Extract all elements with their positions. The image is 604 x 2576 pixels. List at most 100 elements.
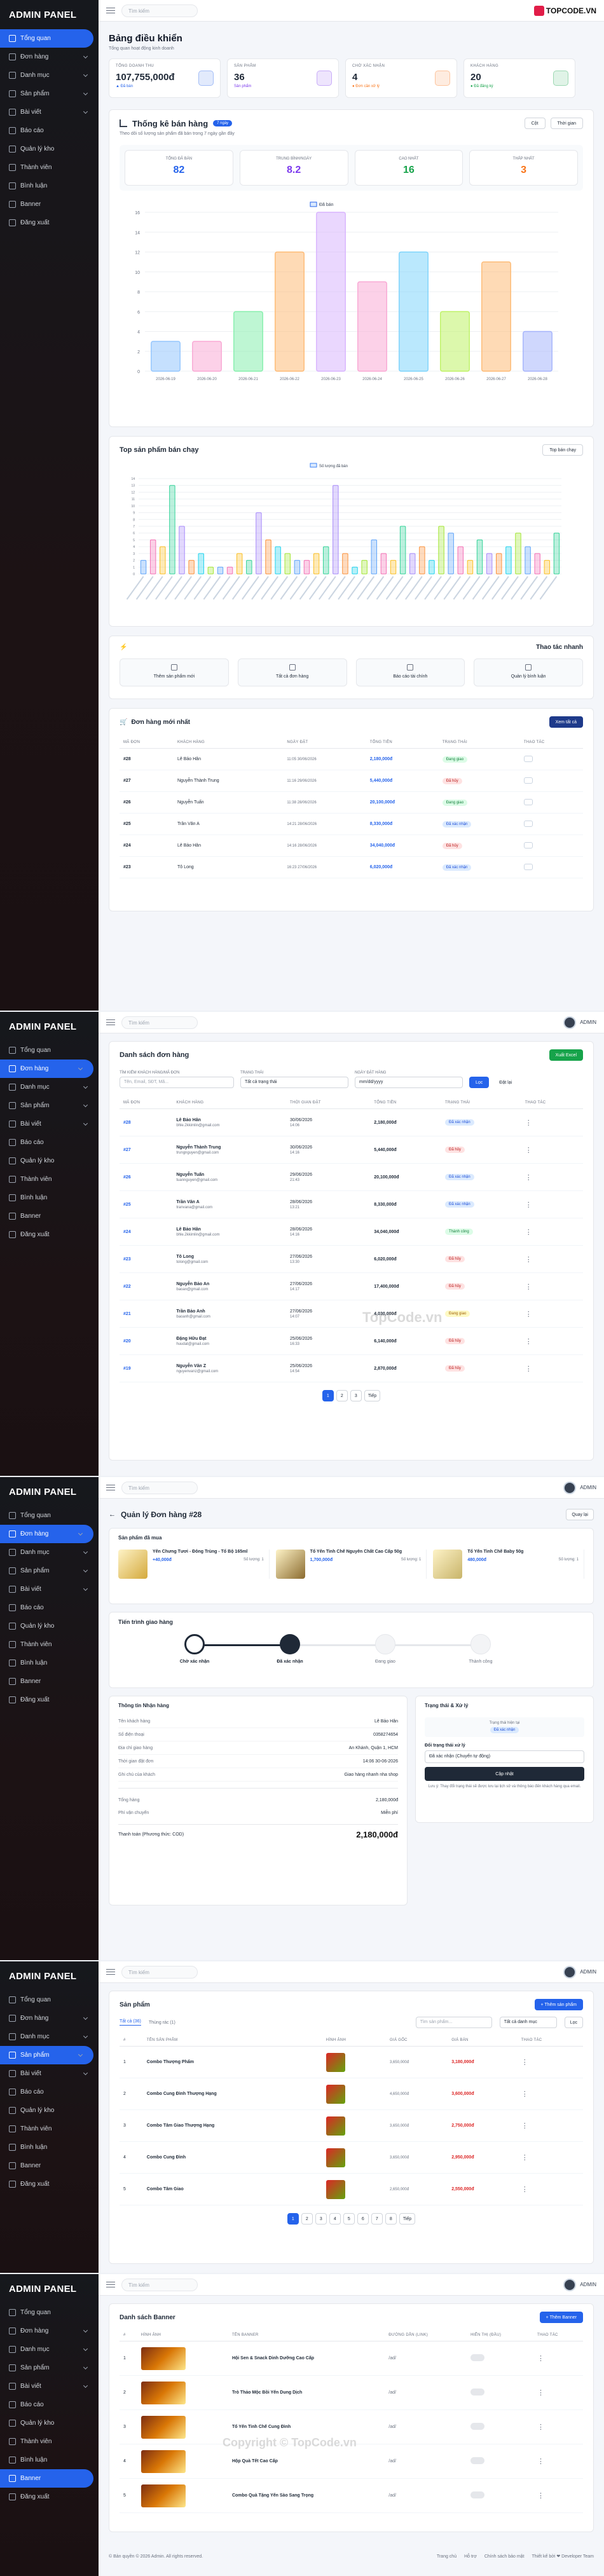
sidebar-item-0[interactable]: Tổng quan [0, 29, 93, 48]
tab-all[interactable]: Tất cả (36) [120, 2019, 141, 2026]
sidebar-item-1[interactable]: Đơn hàng [0, 48, 99, 66]
search-input[interactable]: Tìm kiếm [121, 2278, 198, 2291]
more-icon[interactable]: ⋮ [525, 1311, 532, 1318]
more-icon[interactable]: ⋮ [521, 2059, 528, 2066]
sidebar-item-6[interactable]: Quản lý kho [0, 1152, 99, 1170]
product-filter-button[interactable]: Lọc [564, 2017, 583, 2028]
page-button[interactable]: 3 [315, 2213, 327, 2225]
page-button[interactable]: 2 [336, 1390, 348, 1401]
table-row[interactable]: 4 Combo Cung Đình 3,650,000đ 2,950,000đ ⋮ [120, 2141, 583, 2174]
more-icon[interactable]: ⋮ [537, 2458, 544, 2465]
sidebar-item-8[interactable]: Bình luận [0, 2138, 99, 2157]
quick-action-button[interactable]: Tất cả đơn hàng [237, 658, 347, 686]
visible-toggle[interactable] [470, 2491, 485, 2498]
sidebar-item-9[interactable]: Banner [0, 1672, 99, 1691]
sidebar-item-7[interactable]: Thành viên [0, 2432, 99, 2451]
table-row[interactable]: #26 Nguyễn Tuấn 11:38 28/06/2026 20,100,000… [120, 791, 583, 814]
view-icon[interactable] [523, 798, 533, 805]
sidebar-item-0[interactable]: Tổng quan [0, 2303, 99, 2322]
sidebar-item-0[interactable]: Tổng quan [0, 1041, 99, 1060]
sidebar-item-4[interactable]: Bài viết [0, 1580, 99, 1598]
product-name[interactable]: Combo Tâm Giao Thượng Hạng [142, 2109, 322, 2142]
visible-toggle[interactable] [470, 2389, 485, 2395]
sidebar-item-5[interactable]: Báo cáo [0, 121, 99, 140]
user-menu[interactable]: ADMIN [563, 2278, 596, 2291]
more-icon[interactable]: ⋮ [525, 1283, 532, 1291]
sidebar-item-4[interactable]: Bài viết [0, 103, 99, 121]
more-icon[interactable]: ⋮ [537, 2492, 544, 2500]
menu-toggle-icon[interactable] [106, 1019, 115, 1025]
product-name[interactable]: Combo Cung Đình [142, 2141, 322, 2174]
page-button[interactable]: 6 [357, 2213, 369, 2225]
view-icon[interactable] [523, 842, 533, 848]
back-arrow-icon[interactable]: ← [109, 1511, 116, 1518]
sidebar-item-6[interactable]: Quản lý kho [0, 2101, 99, 2120]
product-search-input[interactable]: Tìm sản phẩm... [415, 2017, 492, 2028]
filter-search-input[interactable]: Tên, Email, SĐT, Mã... [120, 1077, 234, 1088]
footer-link[interactable]: Hỗ trợ [464, 2554, 477, 2559]
table-row[interactable]: 2 Combo Cung Đình Thượng Hạng 4,650,000đ 3,… [120, 2078, 583, 2110]
order-id[interactable]: #22 [120, 1272, 173, 1300]
view-all-orders-button[interactable]: Xem tất cả [549, 716, 583, 728]
order-id[interactable]: #23 [120, 856, 174, 878]
sidebar-item-2[interactable]: Danh mục [0, 2027, 99, 2046]
sidebar-item-7[interactable]: Thành viên [0, 158, 99, 177]
menu-toggle-icon[interactable] [106, 2282, 115, 2287]
sidebar-item-3[interactable]: Sản phẩm [0, 1096, 99, 1115]
quick-action-button[interactable]: Thêm sản phẩm mới [120, 658, 229, 686]
sidebar-item-3[interactable]: Sản phẩm [0, 2046, 93, 2064]
order-id[interactable]: #23 [120, 1245, 173, 1273]
more-icon[interactable]: ⋮ [537, 2389, 544, 2397]
reset-button[interactable]: Đặt lại [495, 1077, 516, 1088]
more-icon[interactable]: ⋮ [525, 1201, 532, 1209]
footer-link[interactable]: Trang chủ [437, 2554, 456, 2559]
update-status-select[interactable]: Đã xác nhận (Chuyển tự động) [425, 1750, 584, 1763]
sidebar-item-9[interactable]: Banner [0, 2469, 93, 2488]
sidebar-item-10[interactable]: Đăng xuất [0, 2175, 99, 2193]
quick-action-button[interactable]: Quản lý bình luận [474, 658, 583, 686]
page-button[interactable]: Tiếp [399, 2213, 416, 2225]
user-menu[interactable]: ADMIN [563, 1016, 596, 1029]
visible-toggle[interactable] [470, 2423, 485, 2430]
table-row[interactable]: #26 Nguyễn Tuấn tuannguyen@gmail.com 29/06/… [120, 1163, 583, 1191]
top-products-select[interactable]: Top bán chạy [542, 444, 583, 456]
sidebar-item-6[interactable]: Quản lý kho [0, 1617, 99, 1635]
view-icon[interactable] [523, 820, 533, 827]
order-id[interactable]: #24 [120, 835, 174, 857]
sidebar-item-8[interactable]: Bình luận [0, 177, 99, 195]
more-icon[interactable]: ⋮ [525, 1229, 532, 1236]
table-row[interactable]: #24 Lê Bảo Hân bhle.2kkimlin@gmail.com 28/0… [120, 1218, 583, 1246]
category-select[interactable]: Tất cả danh mục [499, 2017, 557, 2028]
more-icon[interactable]: ⋮ [525, 1119, 532, 1127]
search-input[interactable]: Tìm kiếm [121, 1481, 198, 1494]
product-name[interactable]: Combo Cung Đình Thượng Hạng [142, 2078, 322, 2110]
sidebar-item-2[interactable]: Danh mục [0, 66, 99, 85]
time-range-select[interactable]: Thời gian [550, 118, 583, 129]
visible-toggle[interactable] [470, 2354, 485, 2361]
table-row[interactable]: #27 Nguyễn Thành Trung trungnguyen@gmail.c… [120, 1136, 583, 1164]
sidebar-item-10[interactable]: Đăng xuất [0, 214, 99, 232]
search-input[interactable]: Tìm kiếm [121, 4, 198, 17]
add-product-button[interactable]: + Thêm sản phẩm [534, 1999, 583, 2010]
page-button[interactable]: 1 [322, 1390, 334, 1401]
sidebar-item-9[interactable]: Banner [0, 2157, 99, 2175]
sidebar-item-7[interactable]: Thành viên [0, 1635, 99, 1654]
sidebar-item-9[interactable]: Banner [0, 195, 99, 214]
banner-name[interactable]: Hội Sen & Snack Dinh Dưỡng Cao Cấp [228, 2341, 385, 2376]
table-row[interactable]: #25 Trần Văn Atranvana@gmail.com 28/06/202… [120, 1190, 583, 1218]
order-id[interactable]: #25 [120, 813, 174, 835]
page-button[interactable]: 1 [287, 2213, 299, 2225]
sidebar-item-10[interactable]: Đăng xuất [0, 2488, 99, 2506]
filter-button[interactable]: Lọc [469, 1077, 490, 1088]
page-button[interactable]: 3 [350, 1390, 362, 1401]
sidebar-item-10[interactable]: Đăng xuất [0, 1225, 99, 1244]
visible-toggle[interactable] [470, 2457, 485, 2464]
sidebar-item-3[interactable]: Sản phẩm [0, 85, 99, 103]
banner-name[interactable]: Trò Thảo Mộc Bồi Yến Dung Dịch [228, 2375, 385, 2410]
more-icon[interactable]: ⋮ [521, 2186, 528, 2193]
sidebar-item-8[interactable]: Bình luận [0, 2451, 99, 2469]
order-id[interactable]: #28 [120, 748, 174, 770]
more-icon[interactable]: ⋮ [537, 2355, 544, 2362]
order-id[interactable]: #19 [120, 1354, 173, 1382]
sidebar-item-8[interactable]: Bình luận [0, 1189, 99, 1207]
